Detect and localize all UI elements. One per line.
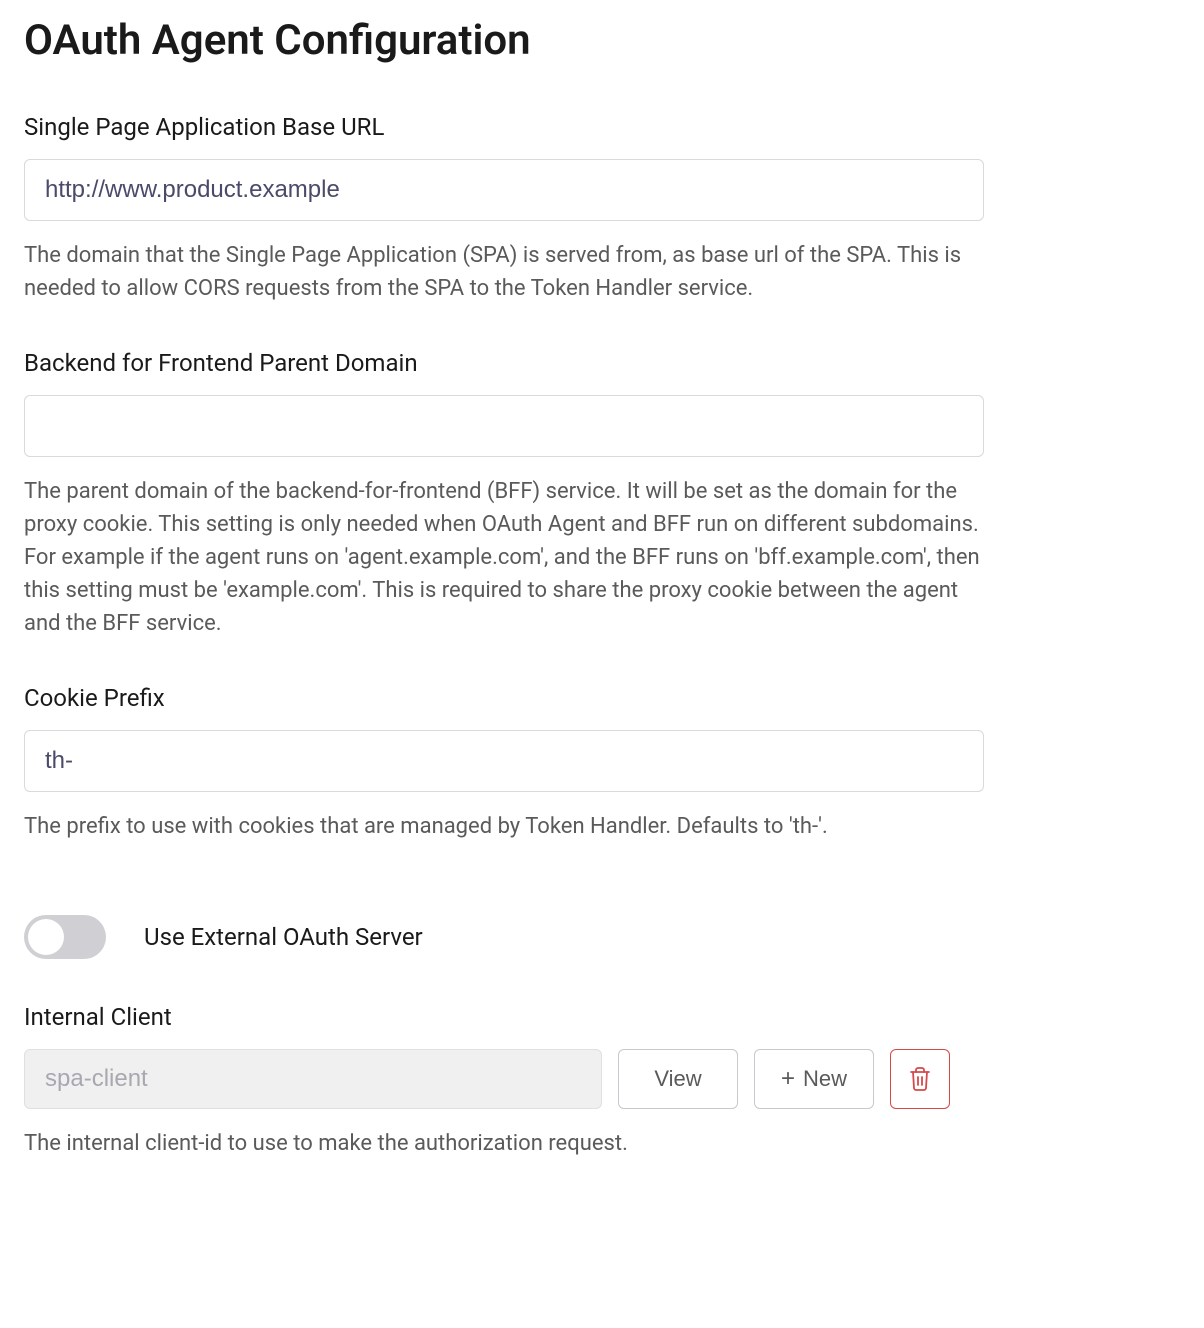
new-button-label: New [803, 1066, 847, 1092]
trash-icon [908, 1066, 932, 1092]
bff-parent-domain-label: Backend for Frontend Parent Domain [24, 349, 1180, 377]
new-button[interactable]: + New [754, 1049, 874, 1109]
internal-client-input [24, 1049, 602, 1109]
bff-parent-domain-help: The parent domain of the backend-for-fro… [24, 475, 984, 640]
external-oauth-toggle-label: Use External OAuth Server [144, 923, 423, 951]
cookie-prefix-input[interactable] [24, 730, 984, 792]
internal-client-help: The internal client-id to use to make th… [24, 1127, 984, 1160]
field-spa-base-url: Single Page Application Base URL The dom… [24, 113, 1180, 305]
view-button[interactable]: View [618, 1049, 738, 1109]
view-button-label: View [654, 1066, 701, 1092]
field-internal-client: Internal Client View + New The internal … [24, 1003, 1180, 1160]
spa-base-url-help: The domain that the Single Page Applicat… [24, 239, 984, 305]
page-title: OAuth Agent Configuration [24, 16, 1180, 65]
field-bff-parent-domain: Backend for Frontend Parent Domain The p… [24, 349, 1180, 640]
field-cookie-prefix: Cookie Prefix The prefix to use with coo… [24, 684, 1180, 843]
spa-base-url-label: Single Page Application Base URL [24, 113, 1180, 141]
spa-base-url-input[interactable] [24, 159, 984, 221]
bff-parent-domain-input[interactable] [24, 395, 984, 457]
toggle-knob [28, 919, 64, 955]
delete-button[interactable] [890, 1049, 950, 1109]
external-oauth-toggle[interactable] [24, 915, 106, 959]
plus-icon: + [781, 1067, 795, 1091]
internal-client-label: Internal Client [24, 1003, 1180, 1031]
cookie-prefix-label: Cookie Prefix [24, 684, 1180, 712]
external-oauth-toggle-row: Use External OAuth Server [24, 915, 1180, 959]
cookie-prefix-help: The prefix to use with cookies that are … [24, 810, 984, 843]
